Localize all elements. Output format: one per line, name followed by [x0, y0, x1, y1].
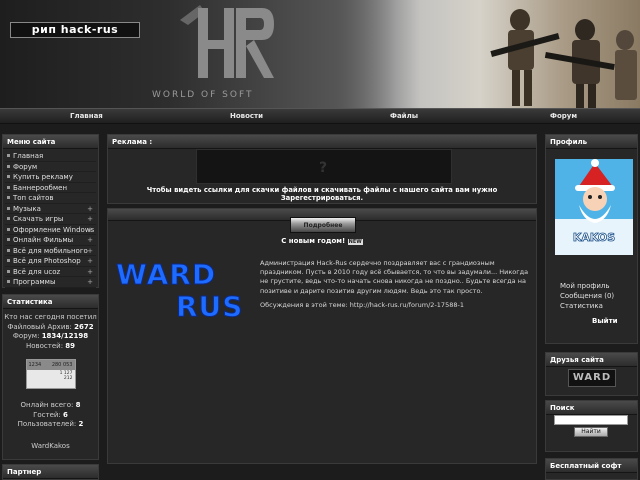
- files-stat: Файловый Архив: 2672: [7, 322, 94, 331]
- visits-today-label: Кто нас сегодня посетил: [4, 313, 97, 321]
- my-profile-link[interactable]: Мой профиль: [560, 281, 614, 291]
- nav-news[interactable]: Новости: [230, 112, 263, 120]
- menu-item-label: Скачать игры: [13, 215, 64, 223]
- site-logo[interactable]: рип hack-rus: [10, 22, 140, 38]
- menu-item-label: Программы: [13, 278, 56, 286]
- news-more-button[interactable]: Подробнее: [290, 217, 356, 233]
- statistics-link[interactable]: Статистика: [560, 301, 614, 311]
- search-button[interactable]: Найти: [574, 427, 608, 437]
- menu-block: Меню сайта Главная Форум Купить рекламу Бан…: [2, 134, 99, 288]
- expand-plus-icon[interactable]: +: [87, 277, 93, 287]
- menu-item-label: Музыка: [13, 204, 41, 213]
- visit-counter[interactable]: 1234 280 053 1 127 212: [25, 359, 76, 389]
- menu-item[interactable]: Всё для мобильного +: [5, 246, 96, 256]
- menu-item-label: Купить рекламу: [13, 173, 73, 181]
- expand-plus-icon[interactable]: +: [87, 246, 93, 256]
- expand-plus-icon[interactable]: +: [87, 225, 93, 235]
- main-nav: Главная Новости Файлы Форум: [0, 108, 640, 124]
- profile-block: Профиль KAKOS Мой профиль Сообщения (0) …: [545, 134, 638, 344]
- ad-block: Реклама : ? Чтобы видеть ссылки для скач…: [107, 134, 537, 204]
- online-summary: Онлайн всего: 8 Гостей: 6 Пользователей:…: [3, 389, 98, 451]
- news-body: Администрация Hack-Rus сердечно поздравл…: [260, 259, 536, 315]
- rus-logo-text: RUS: [176, 290, 243, 320]
- site-header: рип hack-rus WORLD OF SOFT: [0, 0, 640, 108]
- menu-item[interactable]: Форум: [5, 162, 96, 172]
- menu-item[interactable]: Программы +: [5, 277, 96, 288]
- expand-plus-icon[interactable]: +: [87, 235, 93, 245]
- forum-stat: Форум: 1834/12198: [12, 332, 89, 340]
- expand-plus-icon[interactable]: +: [87, 267, 93, 277]
- nav-home[interactable]: Главная: [70, 112, 103, 120]
- ad-banner-placeholder[interactable]: ?: [196, 149, 452, 184]
- ward-logo-text: WARD: [116, 258, 216, 291]
- menu-item-label: Всё для мобильного: [13, 246, 88, 255]
- menu-title: Меню сайта: [3, 135, 98, 149]
- brand-tagline: WORLD OF SOFT: [152, 90, 254, 100]
- free-soft-block: Бесплатный софт: [545, 458, 638, 480]
- nav-files[interactable]: Файлы: [390, 112, 418, 120]
- partner-title: Партнер: [3, 465, 98, 479]
- messages-link[interactable]: Сообщения (0): [560, 291, 614, 301]
- menu-item[interactable]: Онлайн Фильмы +: [5, 235, 96, 246]
- news-paragraph-2[interactable]: Обсуждения в этой теме: http://hack-rus.…: [260, 301, 536, 310]
- friends-title: Друзья сайта: [546, 353, 637, 367]
- news-stat: Новостей: 89: [25, 341, 76, 350]
- online-users: Пользователей: 2: [17, 420, 84, 428]
- stats-summary: Кто нас сегодня посетил Файловый Архив: …: [3, 309, 98, 351]
- free-soft-title: Бесплатный софт: [546, 459, 637, 473]
- expand-plus-icon[interactable]: +: [87, 256, 93, 266]
- menu-item[interactable]: Музыка +: [5, 204, 96, 214]
- hr-logo-icon: [180, 5, 274, 78]
- nav-forum[interactable]: Форум: [550, 112, 577, 120]
- avatar-caption: KAKOS: [573, 231, 615, 244]
- menu-item-label: Онлайн Фильмы: [13, 236, 74, 244]
- new-badge: NEW: [347, 239, 363, 245]
- friends-block: Друзья сайта WARD: [545, 352, 638, 396]
- menu-item[interactable]: Оформление Windows +: [5, 225, 96, 235]
- expand-plus-icon[interactable]: +: [87, 214, 93, 224]
- counter-value-3: 212: [63, 376, 73, 381]
- register-note: Чтобы видеть ссылки для скачки файлов и …: [146, 186, 498, 202]
- news-block: Подробнее С новым годом! NEW WARD RUS Ад…: [107, 208, 537, 464]
- menu-item[interactable]: Баннерообмен: [5, 183, 96, 193]
- menu-item[interactable]: Топ сайтов: [5, 193, 96, 204]
- menu-item[interactable]: Всё для Photoshop +: [5, 256, 96, 267]
- online-total: Онлайн всего: 8: [20, 401, 81, 409]
- menu-item[interactable]: Купить рекламу: [5, 172, 96, 183]
- menu-item-label: Баннерообмен: [13, 183, 68, 192]
- menu-item-label: Главная: [13, 152, 44, 160]
- news-paragraph-1: Администрация Hack-Rus сердечно поздравл…: [260, 259, 529, 295]
- ad-title: Реклама :: [108, 135, 536, 149]
- logout-link[interactable]: Выйти: [592, 317, 618, 325]
- menu-item[interactable]: Всё для ucoz +: [5, 267, 96, 277]
- menu-item-label: Топ сайтов: [13, 194, 54, 202]
- online-guests: Гостей: 6: [33, 410, 68, 419]
- friend-banner[interactable]: WARD: [568, 369, 616, 387]
- ad-placeholder-icon: ?: [319, 160, 328, 176]
- menu-item-label: Оформление Windows: [13, 225, 95, 234]
- user-avatar[interactable]: KAKOS: [555, 159, 633, 255]
- stats-title: Статистика: [3, 295, 98, 309]
- news-title[interactable]: С новым годом! NEW: [108, 237, 536, 245]
- expand-plus-icon[interactable]: +: [87, 204, 93, 214]
- menu-item[interactable]: Главная: [5, 151, 96, 162]
- profile-links: Мой профиль Сообщения (0) Статистика: [560, 281, 614, 311]
- ward-rus-logo-icon: WARD RUS: [116, 258, 243, 321]
- partner-block: Партнер: [2, 464, 99, 480]
- menu-item-label: Всё для ucoz: [13, 267, 61, 276]
- menu-item-label: Форум: [13, 162, 38, 171]
- search-input[interactable]: [554, 415, 628, 425]
- soldiers-illustration-icon: [490, 9, 637, 108]
- counter-logo: 1234: [28, 362, 42, 368]
- search-block: Поиск Найти: [545, 400, 638, 452]
- online-user-link[interactable]: WardKakos: [3, 442, 98, 452]
- search-title: Поиск: [546, 401, 637, 415]
- menu-list: Главная Форум Купить рекламу Баннерообмен То…: [3, 149, 98, 290]
- menu-item-label: Всё для Photoshop: [13, 257, 81, 265]
- stats-block: Статистика Кто нас сегодня посетил Файло…: [2, 294, 99, 460]
- profile-title: Профиль: [546, 135, 637, 149]
- menu-item[interactable]: Скачать игры +: [5, 214, 96, 225]
